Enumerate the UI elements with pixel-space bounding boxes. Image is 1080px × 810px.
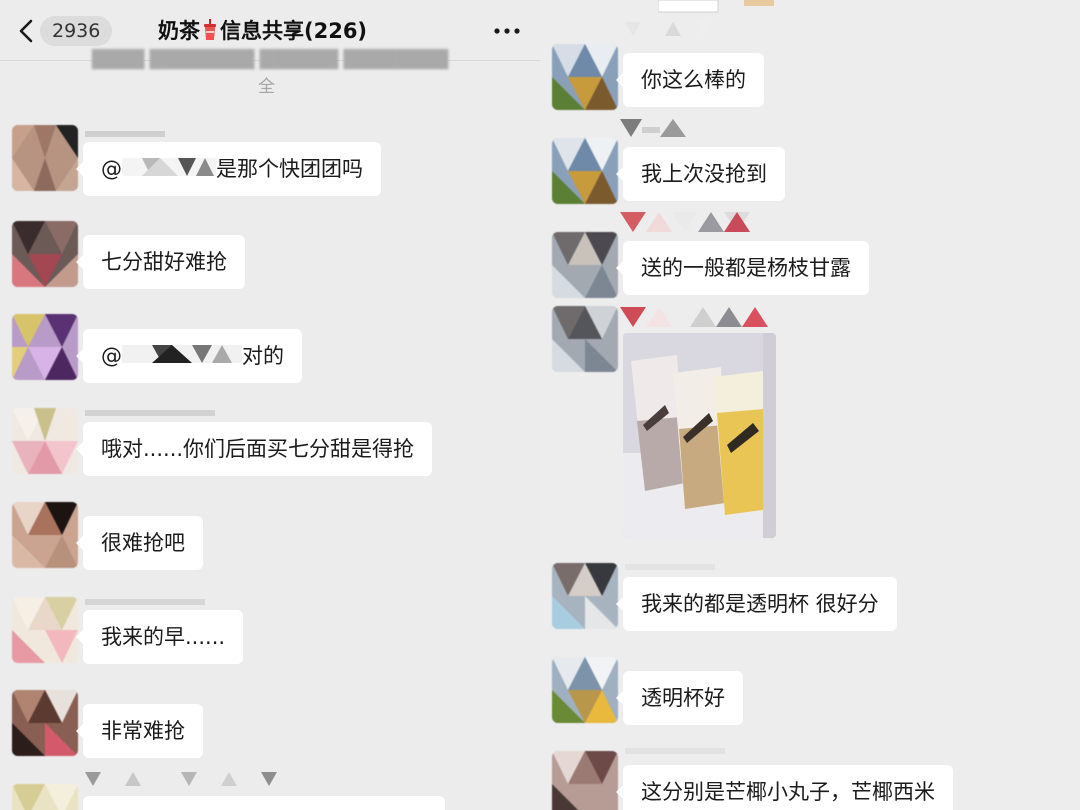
bubble-tea-photo[interactable]: [623, 333, 776, 538]
message-bubble[interactable]: 你这么棒的: [616, 53, 764, 107]
chevron-left-icon[interactable]: [14, 16, 40, 46]
message-bubble[interactable]: @ 是那个快团团吗: [76, 142, 381, 196]
message-text: 我来的都是透明杯 很好分: [641, 592, 879, 616]
message-text: 很难抢吧: [101, 531, 185, 555]
message-bubble[interactable]: 很难抢吧: [76, 516, 203, 570]
mention-at: @: [101, 157, 122, 181]
message-bubble[interactable]: 七分甜好难抢: [76, 235, 245, 289]
more-dots-icon[interactable]: [492, 24, 522, 38]
nickname-blurred: [85, 131, 165, 137]
message-text: 对的: [242, 344, 284, 368]
avatar[interactable]: [12, 314, 78, 380]
nickname-blurred: [85, 410, 215, 416]
nickname-blurred: [625, 564, 715, 570]
mention-name-mosaic: [122, 345, 242, 363]
nickname-blurred: [620, 307, 768, 327]
message-text: 哦对......你们后面买七分甜是得抢: [101, 437, 415, 461]
message-text: 送的一般都是杨枝甘露: [641, 256, 851, 280]
message-bubble[interactable]: 透明杯好: [616, 671, 743, 725]
chat-title-text-start: 奶茶: [158, 19, 200, 43]
avatar[interactable]: [12, 690, 78, 756]
avatar[interactable]: [12, 125, 78, 191]
message-text: 我上次没抢到: [641, 162, 767, 186]
avatar[interactable]: [12, 597, 78, 663]
message-text: 是那个快团团吗: [216, 157, 363, 181]
chat-title: 奶茶 信息共享(226): [158, 14, 367, 48]
message-bubble[interactable]: 这分别是芒椰小丸子，芒椰西米: [616, 765, 953, 810]
avatar[interactable]: [12, 408, 78, 474]
avatar[interactable]: [12, 221, 78, 287]
left-screenshot-panel: 2936 奶茶 信息共享(226) ████ ████████ ██████ █…: [0, 0, 540, 810]
avatar[interactable]: [12, 784, 78, 810]
message-bubble[interactable]: @ 对的: [76, 329, 302, 383]
unread-count-badge[interactable]: 2936: [40, 16, 113, 46]
nickname-blurred: [85, 772, 277, 786]
system-notice-tail: 全: [258, 77, 275, 97]
message-bubble[interactable]: 非常难抢: [76, 704, 203, 758]
avatar[interactable]: [552, 306, 618, 372]
message-bubble[interactable]: 哦对......你们后面买七分甜是得抢: [75, 422, 433, 476]
bubble-tea-icon: [204, 19, 216, 40]
message-bubble[interactable]: 我来的早......: [75, 610, 244, 664]
message-text: 这分别是芒椰小丸子，芒椰西米: [641, 780, 935, 804]
nickname-blurred: [85, 599, 205, 605]
avatar[interactable]: [552, 657, 618, 723]
message-text: 非常难抢: [101, 719, 185, 743]
message-text: 我来的早......: [101, 625, 226, 649]
system-notice-blurred: ████ ████████ ██████ ████████: [91, 50, 449, 70]
avatar[interactable]: [552, 751, 618, 810]
message-bubble[interactable]: 我来的都是透明杯 很好分: [616, 577, 897, 631]
nickname-blurred: [625, 22, 711, 36]
nickname-blurred: [620, 119, 686, 137]
nickname-blurred: [625, 748, 725, 754]
message-bubble[interactable]: 送的一般都是杨枝甘露: [616, 241, 869, 295]
right-screenshot-panel: 你这么棒的 我上次没抢到 送的一般都是杨枝甘露 我来的都是透明杯 很好分 透明杯…: [540, 0, 1080, 810]
avatar[interactable]: [552, 232, 618, 298]
avatar[interactable]: [552, 44, 618, 110]
avatar[interactable]: [552, 138, 618, 204]
message-text: 透明杯好: [641, 686, 725, 710]
avatar[interactable]: [552, 563, 618, 629]
mention-at: @: [101, 344, 122, 368]
chat-title-text-end: 信息共享(226): [220, 19, 368, 43]
message-text: 七分甜好难抢: [101, 250, 227, 274]
nickname-blurred: [620, 212, 750, 232]
message-bubble[interactable]: 我上次没抢到: [616, 147, 785, 201]
message-bubble[interactable]: [83, 796, 445, 810]
mention-name-mosaic: [122, 158, 216, 176]
message-text: 你这么棒的: [641, 68, 746, 92]
avatar[interactable]: [12, 502, 78, 568]
image-preview-cropped: [658, 0, 774, 13]
